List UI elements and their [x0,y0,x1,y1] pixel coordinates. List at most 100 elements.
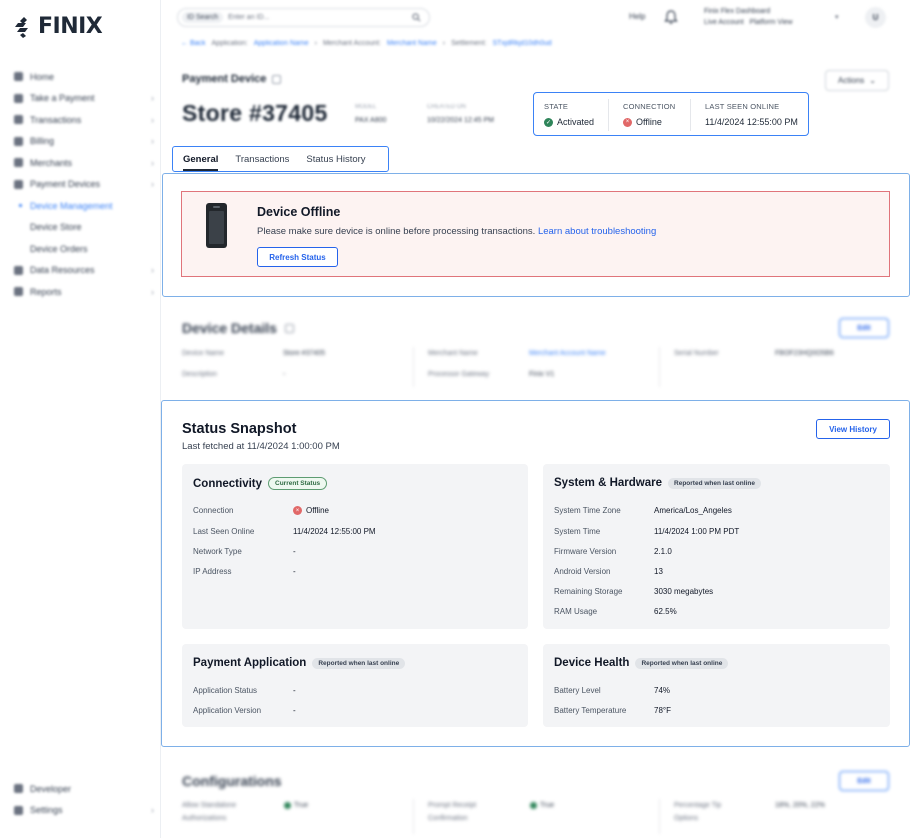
device-status-summary: STATE ✓ Activated CONNECTION × Offline L… [533,92,809,136]
connection-row-value: × Offline [293,506,329,515]
actions-button[interactable]: Actions ⌄ [825,70,889,91]
sidebar-item-transactions[interactable]: Transactions › [14,109,154,131]
last-fetched-text: Last fetched at 11/4/2024 1:00:00 PM [182,441,340,452]
finix-logo[interactable]: FINIX [14,14,103,39]
breadcrumb-application-label: Application: [211,40,248,47]
tip-options-label: Percentage Tip [674,802,722,809]
sidebar-item-device-management[interactable]: Device Management [14,195,154,217]
sidebar-item-developer[interactable]: Developer [14,778,154,800]
device-tabs: General Transactions Status History [172,146,389,172]
sidebar-item-data-resources[interactable]: Data Resources › [14,260,154,282]
account-view: Platform View [749,19,793,26]
sidebar-item-payment-devices[interactable]: Payment Devices › [14,174,154,196]
check-circle-icon [530,802,537,809]
breadcrumb-merchant-link[interactable]: Merchant Name [387,40,437,47]
edit-device-details-button[interactable]: Edit [839,318,889,338]
merchant-name-label: Merchant Name [428,350,478,357]
prompt-receipt-value: True [530,802,554,811]
current-status-badge: Current Status [268,477,328,490]
check-circle-icon: ✓ [544,117,553,127]
search-icon[interactable] [412,13,421,22]
troubleshooting-link[interactable]: Learn about troubleshooting [538,226,656,237]
merchant-name-link[interactable]: Merchant Account Name [529,350,606,357]
chevron-right-icon: › [151,136,154,147]
breadcrumb-application-link[interactable]: Application Name [254,40,309,47]
merchants-icon [14,158,23,168]
sidebar-item-label: Transactions [30,114,82,125]
sidebar-item-label: Device Management [30,200,113,211]
id-search[interactable]: ID Search Enter an ID... [177,8,430,27]
last-seen-label: LAST SEEN ONLINE [705,102,780,111]
sidebar-item-label: Take a Payment [30,93,95,104]
allow-standalone-label-2: Authorizations [182,815,227,822]
model-meta: MODEL PAX A800 [355,101,386,127]
system-hardware-title: System & Hardware Reported when last onl… [554,477,761,489]
tab-general[interactable]: General [183,147,219,171]
back-link[interactable]: ← Back [181,40,206,47]
search-input[interactable]: Enter an ID... [228,14,269,21]
payment-application-title-text: Payment Application [193,657,307,669]
account-name: Finix Flex Dashboard [704,8,771,15]
breadcrumb-separator: › [442,40,446,47]
bell-icon[interactable] [664,9,678,25]
divider [413,347,414,387]
transactions-icon [14,115,23,125]
search-type-tag[interactable]: ID Search [182,12,224,23]
chevron-right-icon: › [151,286,154,297]
tip-options-label-2: Options [674,815,699,822]
help-link[interactable]: Help [629,12,645,21]
view-history-button[interactable]: View History [816,419,890,439]
avatar[interactable]: U [865,7,886,28]
sidebar-item-device-orders[interactable]: Device Orders [14,238,154,260]
breadcrumb-settlement-link[interactable]: STxjdRkjd10dh0ud [492,40,551,47]
copy-icon[interactable] [284,324,294,333]
prompt-receipt-label-2: Confirmation [428,815,468,822]
sidebar-item-home[interactable]: Home [14,66,154,88]
allow-standalone-value: True [284,802,308,811]
payment-devices-icon [14,179,23,189]
offline-alert-title: Device Offline [257,205,341,219]
divider [659,799,660,834]
sidebar-item-merchants[interactable]: Merchants › [14,152,154,174]
battery-temp-row-value: 78°F [654,706,671,715]
sidebar-item-billing[interactable]: Billing › [14,131,154,153]
device-health-title-text: Device Health [554,657,630,669]
copy-icon[interactable] [272,74,282,84]
sidebar-item-take-a-payment[interactable]: Take a Payment › [14,88,154,110]
sidebar-item-reports[interactable]: Reports › [14,281,154,303]
tab-transactions[interactable]: Transactions [235,147,289,171]
configurations-title: Configurations [182,773,282,789]
last-seen-value: 11/4/2024 12:55:00 PM [705,117,798,127]
refresh-status-button[interactable]: Refresh Status [257,247,338,267]
sidebar-item-label: Developer [30,783,72,794]
chevron-right-icon: › [151,179,154,190]
page-section-label-text: Payment Device [182,73,267,85]
prompt-receipt-value-text: True [540,802,555,809]
sidebar-item-settings[interactable]: Settings › [14,800,154,822]
back-label: Back [189,40,206,47]
offline-alert: Device Offline Please make sure device i… [181,191,890,277]
prompt-receipt-label: Prompt Receipt [428,802,477,809]
divider [659,347,660,387]
divider [690,99,691,131]
edit-configurations-button[interactable]: Edit [839,771,889,791]
system-hardware-panel: System & Hardware Reported when last onl… [543,464,890,629]
app-version-row-value: - [293,706,296,715]
take-a-payment-icon [14,93,23,103]
processor-label: Processor Gateway [428,371,490,378]
connection-row-label: Connection [193,506,234,515]
sidebar-item-device-store[interactable]: Device Store [14,217,154,239]
tab-status-history[interactable]: Status History [306,147,365,171]
created-meta: CREATED ON 10/22/2024 12:45 PM [427,101,494,127]
chevron-right-icon: › [151,93,154,104]
network-type-row-label: Network Type [193,547,242,556]
model-value: PAX A800 [355,117,387,124]
sidebar-item-label: Billing [30,136,55,147]
android-row-label: Android Version [554,567,611,576]
state-label: STATE [544,102,569,111]
last-seen-field: LAST SEEN ONLINE 11/4/2024 12:55:00 PM [705,102,798,127]
account-switcher[interactable]: Finix Flex Dashboard Live Account Platfo… [704,6,839,28]
chevron-right-icon: › [151,157,154,168]
battery-level-row-label: Battery Level [554,686,601,695]
last-seen-row-value: 11/4/2024 12:55:00 PM [293,527,376,536]
